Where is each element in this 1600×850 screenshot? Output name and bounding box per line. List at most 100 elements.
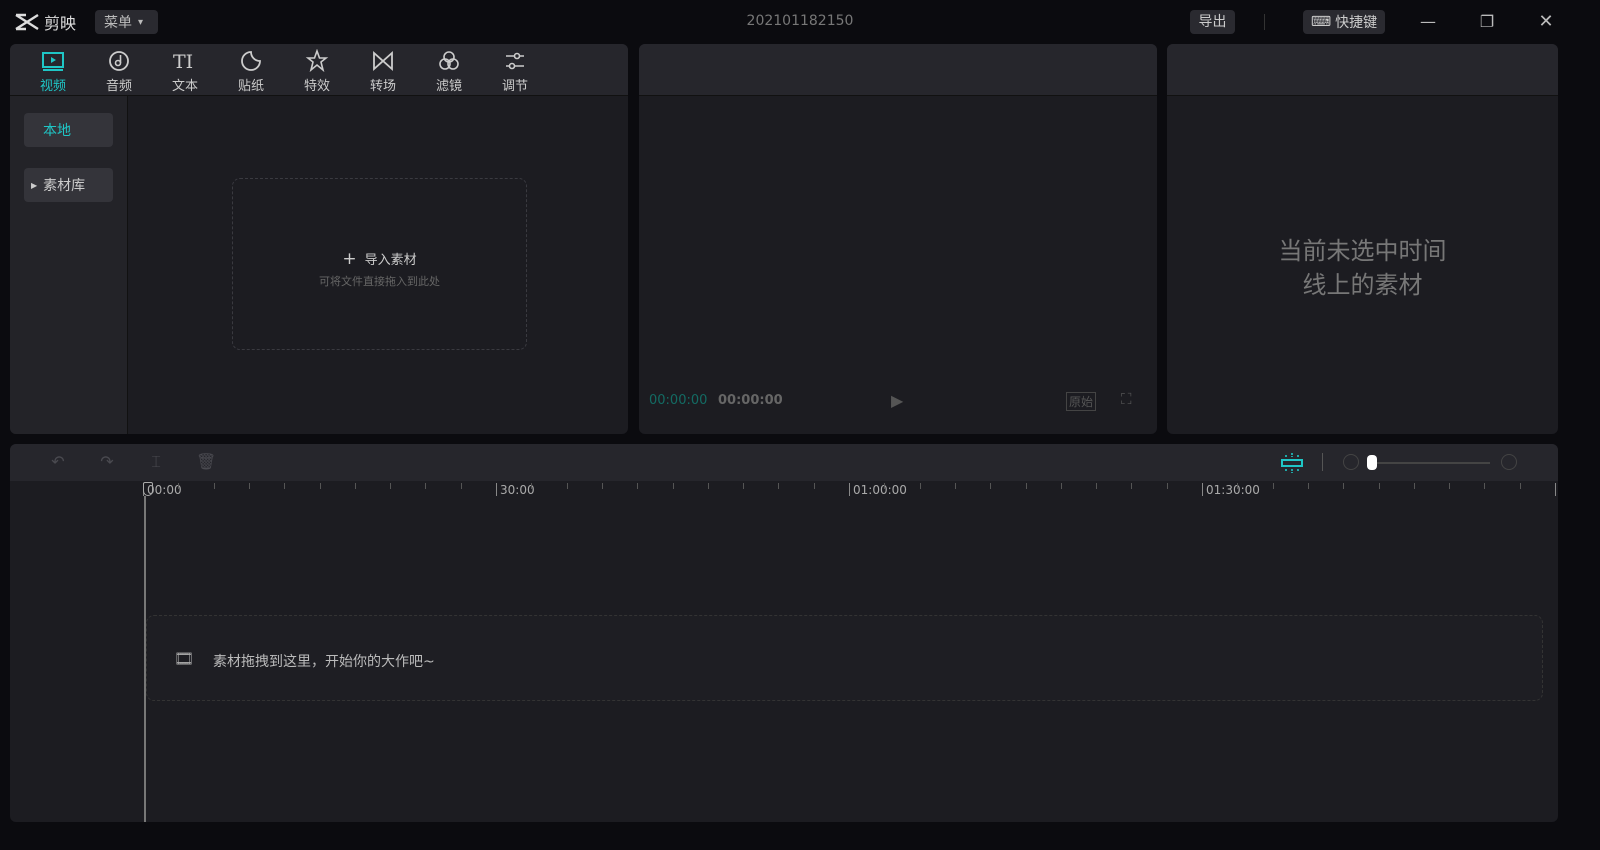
zoom-slider-handle[interactable]: [1367, 455, 1377, 470]
effects-icon: [305, 49, 329, 73]
ruler-tick: [319, 483, 321, 489]
ruler-tick: [531, 483, 533, 489]
inspector-empty-message: 当前未选中时间 线上的素材: [1167, 234, 1558, 302]
divider: [1264, 14, 1265, 30]
tab-label: 贴纸: [237, 79, 264, 94]
import-dropzone[interactable]: + 导入素材 可将文件直接拖入到此处: [232, 178, 527, 350]
aspect-ratio-button[interactable]: 原始: [1066, 392, 1097, 411]
tab-label: 特效: [303, 79, 330, 94]
delete-icon[interactable]: 🗑: [196, 452, 216, 472]
minimize-icon[interactable]: —: [1416, 10, 1440, 34]
ruler-tick: [1413, 483, 1415, 489]
ruler-tick: [919, 483, 921, 489]
tab-filter[interactable]: 滤镜: [416, 44, 482, 95]
ruler-tick: [1237, 483, 1239, 489]
ruler-tick: [1060, 483, 1062, 489]
player-header: [639, 44, 1157, 96]
ruler-tick: [1166, 483, 1168, 489]
play-icon[interactable]: ▶: [891, 391, 903, 410]
tab-sticker[interactable]: 贴纸: [218, 44, 284, 95]
ruler-tick: [390, 483, 392, 489]
plus-icon: +: [342, 249, 357, 269]
ruler-tick: [849, 483, 850, 496]
ruler-tick: [566, 483, 568, 489]
ruler-label: 01:00:00: [853, 483, 907, 497]
player-panel: 00:00:00 00:00:00 ▶ 原始 ⛶: [639, 44, 1157, 434]
tab-label: 文本: [171, 79, 198, 94]
zoom-slider[interactable]: [1370, 462, 1490, 464]
restore-icon[interactable]: ❐: [1475, 10, 1499, 34]
media-panel: 视频 音频 TI 文本 贴纸 特效 转场 滤镜 调节 本地 ▶ 素材库 + 导入素材 …: [10, 44, 628, 434]
import-label: 导入素材: [364, 253, 417, 268]
ruler-tick: [1096, 483, 1098, 489]
transition-icon: [373, 50, 393, 72]
empty-line: 线上的素材: [1302, 271, 1423, 299]
track-dropzone[interactable]: 🎞 素材拖拽到这里，开始你的大作吧~: [146, 615, 1543, 701]
export-button[interactable]: 导出: [1190, 10, 1235, 34]
ruler-tick: [1484, 483, 1486, 489]
video-icon: [42, 52, 64, 71]
sidebar-item-label: 素材库: [43, 178, 86, 194]
ruler-tick: [637, 483, 639, 489]
title-bar: 剪映 菜单 ▾ 202101182150 导出 ⌨ 快捷键 — ❐ ✕: [0, 0, 1600, 44]
ruler-tick: [1519, 483, 1521, 489]
ruler-tick: [1449, 483, 1451, 489]
ruler-tick: [1378, 483, 1380, 489]
undo-icon[interactable]: ↶: [48, 452, 68, 472]
inspector-panel: 当前未选中时间 线上的素材: [1167, 44, 1558, 434]
shortcut-label: 快捷键: [1335, 15, 1378, 31]
ruler-tick: [1307, 483, 1309, 489]
current-time: 00:00:00: [649, 393, 708, 408]
empty-line: 当前未选中时间: [1278, 237, 1447, 265]
zoom-out-icon[interactable]: [1343, 454, 1359, 470]
tab-effects[interactable]: 特效: [284, 44, 350, 95]
tab-transition[interactable]: 转场: [350, 44, 416, 95]
ruler-tick: [884, 483, 886, 489]
ruler-tick: [707, 483, 709, 489]
playhead-handle[interactable]: [143, 482, 153, 496]
ruler-tick: [1202, 483, 1203, 496]
track-drop-hint: 素材拖拽到这里，开始你的大作吧~: [213, 654, 435, 670]
ruler-tick: [496, 483, 497, 496]
tab-label: 视频: [39, 79, 66, 94]
inspector-header: [1167, 44, 1558, 96]
close-icon[interactable]: ✕: [1534, 10, 1558, 34]
caret-right-icon: ▶: [31, 180, 38, 190]
divider: [1322, 453, 1323, 471]
ruler-tick: [601, 483, 603, 489]
shortcut-button[interactable]: ⌨ 快捷键: [1303, 10, 1385, 34]
ruler-label: 30:00: [500, 483, 535, 497]
ruler-tick: [813, 483, 815, 489]
ruler-tick: [1343, 483, 1345, 489]
media-tabs: 视频 音频 TI 文本 贴纸 特效 转场 滤镜 调节: [10, 44, 628, 96]
split-icon[interactable]: ⌶: [146, 452, 166, 472]
ruler-tick: [990, 483, 992, 489]
redo-icon[interactable]: ↷: [97, 452, 117, 472]
ruler-tick: [354, 483, 356, 489]
sticker-icon: [241, 51, 261, 71]
ruler-label: 01:30:00: [1206, 483, 1260, 497]
tab-label: 音频: [105, 79, 132, 94]
zoom-in-icon[interactable]: [1501, 454, 1517, 470]
ruler-tick: [1131, 483, 1133, 489]
ruler-tick: [248, 483, 250, 489]
ruler-tick: [178, 483, 180, 489]
snap-icon[interactable]: [1280, 451, 1304, 475]
tab-adjust[interactable]: 调节: [482, 44, 548, 95]
timeline-ruler[interactable]: 00:00 30:00 01:00:00 01:30:00: [10, 481, 1558, 499]
keyboard-icon: ⌨: [1310, 14, 1332, 30]
tab-video[interactable]: 视频: [20, 44, 86, 95]
sidebar-item-library[interactable]: ▶ 素材库: [24, 168, 113, 202]
ruler-tick: [1025, 483, 1027, 489]
ruler-tick: [954, 483, 956, 489]
sidebar-item-local[interactable]: 本地: [24, 113, 113, 147]
tab-text[interactable]: TI 文本: [152, 44, 218, 95]
fullscreen-icon[interactable]: ⛶: [1121, 390, 1132, 408]
import-hint: 可将文件直接拖入到此处: [319, 275, 440, 288]
timeline-panel: ↶ ↷ ⌶ 🗑 00:00 30:00 01:00:00 01:30:00 🎞 素材拖…: [10, 444, 1558, 822]
ruler-tick: [672, 483, 674, 489]
audio-icon: [109, 51, 129, 71]
adjust-icon: [506, 52, 524, 70]
import-button[interactable]: + 导入素材: [233, 249, 526, 269]
tab-audio[interactable]: 音频: [86, 44, 152, 95]
